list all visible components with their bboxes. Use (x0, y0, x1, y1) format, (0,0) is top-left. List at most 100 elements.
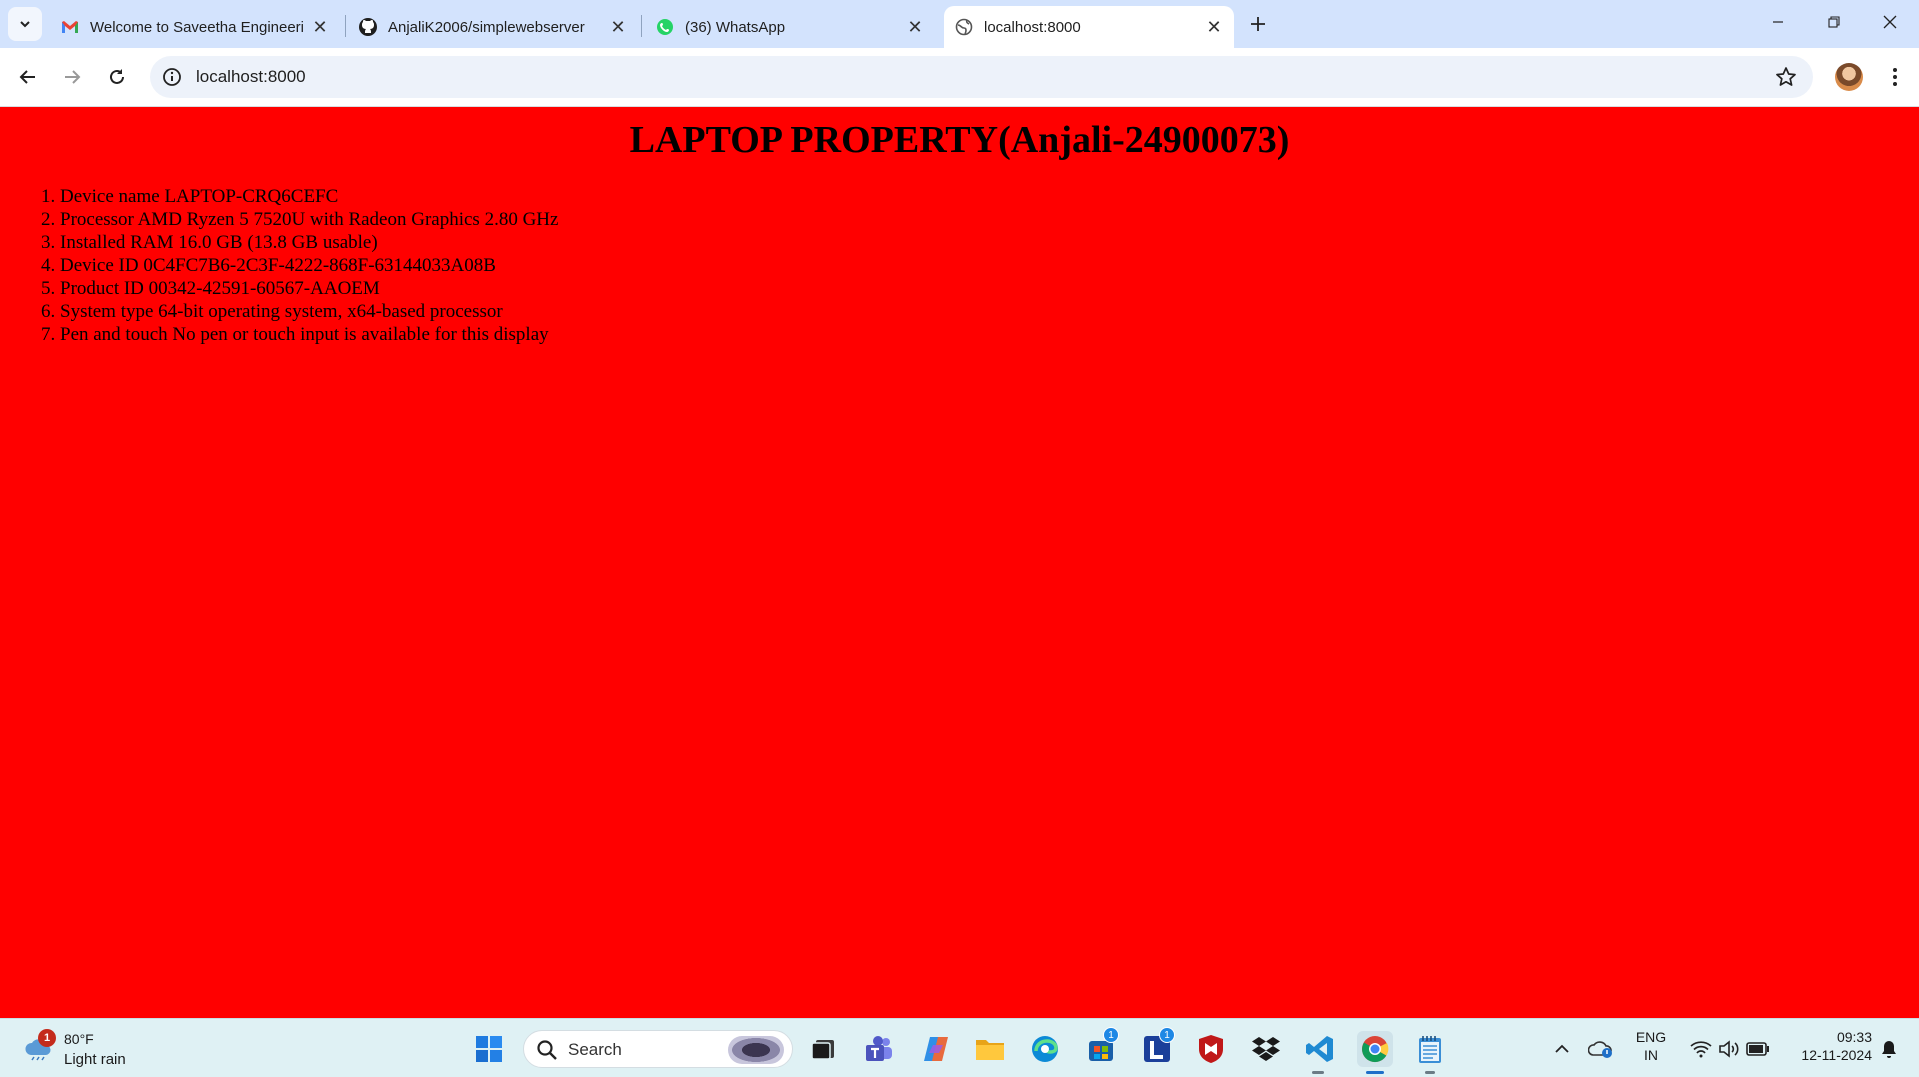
dropbox-icon (1252, 1037, 1280, 1061)
mcafee-app[interactable] (1193, 1031, 1229, 1067)
tab-title: localhost:8000 (984, 18, 1081, 36)
bookmark-star-icon[interactable] (1775, 66, 1797, 88)
reload-button[interactable] (102, 62, 132, 92)
cloud-sync-icon (1588, 1041, 1612, 1058)
vscode-app[interactable] (1302, 1031, 1338, 1067)
more-vertical-icon (1893, 68, 1897, 86)
arrow-right-icon (65, 70, 81, 84)
tab-title: Welcome to Saveetha Engineeri (90, 18, 305, 36)
tab-separator (641, 15, 642, 37)
taskbar: 1 80°F Light rain Search 1 1 ENG IN 09:3… (0, 1018, 1919, 1077)
tab-localhost[interactable]: localhost:8000 ✕ (944, 6, 1234, 48)
active-app-indicator (1366, 1071, 1384, 1074)
list-item: Processor AMD Ryzen 5 7520U with Radeon … (60, 208, 1919, 231)
start-button[interactable] (471, 1031, 507, 1067)
weather-condition: Light rain (64, 1051, 126, 1068)
mcafee-shield-icon (1199, 1035, 1223, 1063)
clock-date: 12-11-2024 (1801, 1047, 1872, 1063)
chrome-icon (1362, 1036, 1389, 1063)
tab-title: (36) WhatsApp (685, 18, 786, 36)
restore-button[interactable] (1806, 0, 1862, 44)
new-tab-button[interactable] (1244, 10, 1272, 38)
wifi-icon (1690, 1041, 1712, 1058)
search-icon (537, 1040, 557, 1060)
close-window-button[interactable] (1862, 0, 1918, 44)
language-indicator[interactable]: ENG IN (1630, 1029, 1672, 1063)
file-explorer-app[interactable] (972, 1031, 1008, 1067)
close-tab-icon[interactable]: ✕ (1204, 17, 1224, 37)
globe-icon (954, 17, 974, 37)
teams-icon (866, 1036, 892, 1061)
gmail-icon (60, 17, 80, 37)
list-item: System type 64-bit operating system, x64… (60, 300, 1919, 323)
onedrive-status[interactable] (1584, 1031, 1618, 1067)
copilot-app[interactable] (918, 1031, 954, 1067)
chevron-up-icon (1555, 1044, 1569, 1053)
list-item: Device ID 0C4FC7B6-2C3F-4222-868F-631440… (60, 254, 1919, 277)
arrow-left-icon (19, 70, 35, 84)
edge-icon (1032, 1036, 1058, 1062)
tab-github[interactable]: AnjaliK2006/simplewebserver ✕ (348, 6, 638, 48)
chevron-down-icon (20, 21, 30, 28)
close-tab-icon[interactable]: ✕ (905, 17, 925, 37)
copilot-icon (924, 1037, 948, 1061)
notepad-app[interactable] (1412, 1031, 1448, 1067)
list-item: Product ID 00342-42591-60567-AAOEM (60, 277, 1919, 300)
web-page: LAPTOP PROPERTY(Anjali-24900073) Device … (0, 107, 1919, 1018)
whatsapp-icon (655, 17, 675, 37)
teams-app[interactable] (861, 1031, 897, 1067)
notepad-icon (1419, 1036, 1441, 1063)
chrome-app[interactable] (1357, 1031, 1393, 1067)
profile-avatar[interactable] (1835, 63, 1863, 91)
list-item: Installed RAM 16.0 GB (13.8 GB usable) (60, 231, 1919, 254)
tab-title: AnjaliK2006/simplewebserver (388, 18, 585, 36)
notifications-button[interactable] (1872, 1031, 1906, 1067)
back-button[interactable] (13, 62, 43, 92)
address-bar[interactable]: localhost:8000 (150, 56, 1813, 98)
weather-widget[interactable]: 1 80°F Light rain (20, 1027, 140, 1071)
show-hidden-icons-button[interactable] (1545, 1031, 1579, 1067)
page-heading: LAPTOP PROPERTY(Anjali-24900073) (629, 119, 1290, 161)
tab-whatsapp[interactable]: (36) WhatsApp ✕ (645, 6, 935, 48)
vscode-icon (1306, 1036, 1333, 1062)
tab-strip: Welcome to Saveetha Engineeri ✕ AnjaliK2… (0, 0, 1919, 48)
search-highlight-image (728, 1036, 784, 1064)
minimize-button[interactable] (1750, 0, 1806, 44)
property-list: Device name LAPTOP-CRQ6CEFC Processor AM… (0, 185, 1919, 346)
restore-icon (1828, 16, 1840, 28)
address-text[interactable]: localhost:8000 (196, 67, 306, 87)
tab-separator (345, 15, 346, 37)
browser-menu-button[interactable] (1880, 62, 1910, 92)
plus-icon (1251, 17, 1265, 31)
close-tab-icon[interactable]: ✕ (608, 17, 628, 37)
tab-search-button[interactable] (8, 7, 42, 41)
list-item: Pen and touch No pen or touch input is a… (60, 323, 1919, 346)
running-indicator (1425, 1071, 1435, 1074)
taskbar-search[interactable]: Search (523, 1030, 793, 1068)
app-badge: 1 (1159, 1027, 1175, 1043)
quick-settings-button[interactable] (1680, 1031, 1780, 1067)
store-badge: 1 (1103, 1027, 1119, 1043)
clock[interactable]: 09:33 12-11-2024 (1782, 1029, 1872, 1063)
tab-gmail[interactable]: Welcome to Saveetha Engineeri ✕ (50, 6, 340, 48)
reload-icon (110, 69, 124, 84)
search-label: Search (568, 1040, 622, 1059)
running-indicator (1312, 1071, 1324, 1074)
battery-icon (1746, 1042, 1769, 1056)
bell-icon (1882, 1041, 1896, 1058)
list-item: Device name LAPTOP-CRQ6CEFC (60, 185, 1919, 208)
edge-app[interactable] (1027, 1031, 1063, 1067)
task-view-button[interactable] (805, 1031, 841, 1067)
close-tab-icon[interactable]: ✕ (310, 17, 330, 37)
folder-icon (976, 1040, 1004, 1060)
region-code: IN (1644, 1047, 1658, 1063)
site-info-icon[interactable] (162, 67, 182, 87)
clock-time: 09:33 (1836, 1029, 1872, 1045)
weather-badge: 1 (38, 1029, 56, 1047)
windows-logo-icon (476, 1036, 502, 1062)
dropbox-app[interactable] (1248, 1031, 1284, 1067)
forward-button[interactable] (57, 62, 87, 92)
browser-toolbar: localhost:8000 (0, 48, 1919, 107)
task-view-icon (811, 1040, 834, 1060)
language-code: ENG (1635, 1029, 1667, 1045)
